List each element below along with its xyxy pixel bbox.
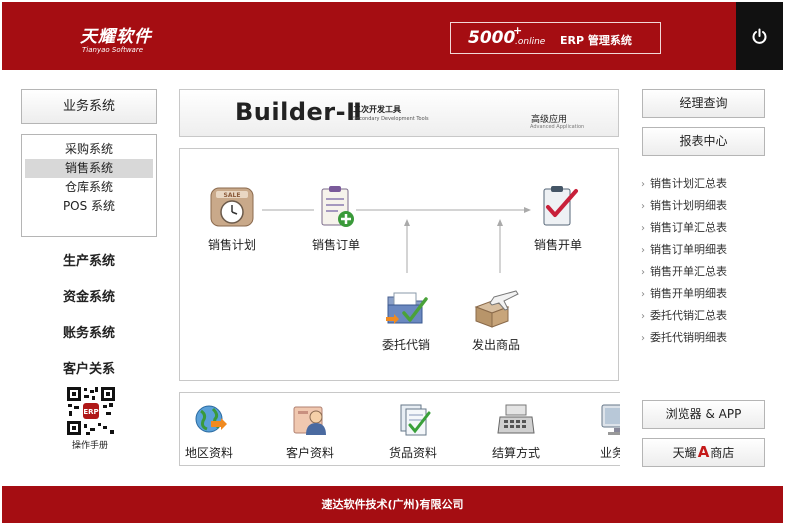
report-link-label: 委托代销明细表 (650, 331, 727, 344)
submenu-item-sales[interactable]: 销售系统 (25, 159, 153, 178)
power-icon (752, 28, 767, 44)
base-label-salesman: 业务员 (599, 446, 620, 460)
report-link-label: 销售订单明细表 (650, 243, 727, 256)
system-title-box: 5000 + .online ERP 管理系统 (450, 22, 661, 54)
base-item-region[interactable]: 地区资料 (180, 401, 249, 461)
submenu-item-warehouse[interactable]: 仓库系统 (25, 178, 153, 197)
report-link-label: 销售开单明细表 (650, 287, 727, 300)
flow-label-sales-order: 销售订单 (311, 238, 360, 252)
logo-text: 天耀软件 (80, 27, 152, 47)
report-link[interactable]: › 销售订单汇总表 (641, 220, 771, 242)
monitor-icon (601, 404, 620, 435)
builder-title: Builder-Ⅱ (235, 98, 363, 126)
folder-check-icon (386, 292, 428, 324)
company-name: 速达软件技术(广州)有限公司 (321, 498, 464, 511)
report-link[interactable]: › 销售开单明细表 (641, 286, 771, 308)
report-link[interactable]: › 销售计划明细表 (641, 198, 771, 220)
builder-cn-subtitle: 二次开发工具 (353, 105, 401, 114)
builder-en-subtitle: Secondary Development Tools (353, 116, 429, 122)
brand-logo: 天耀软件 Tianyao Software (80, 22, 152, 54)
chevron-right-icon: › (641, 223, 645, 234)
nav-customer-relations[interactable]: 客户关系 (21, 358, 157, 377)
base-item-goods[interactable]: 货品资料 (373, 401, 453, 461)
flow-label-sales-invoice: 销售开单 (533, 238, 582, 252)
advanced-app-en-label: Advanced Application (530, 124, 585, 130)
report-link[interactable]: › 销售开单汇总表 (641, 264, 771, 286)
report-link[interactable]: › 销售订单明细表 (641, 242, 771, 264)
erp-system-label: ERP 管理系统 (560, 34, 632, 47)
base-label-goods: 货品资料 (388, 446, 437, 460)
chevron-right-icon: › (641, 289, 645, 300)
flow-node-sales-plan[interactable]: SALE 销售计划 (187, 183, 277, 253)
chevron-right-icon: › (641, 179, 645, 190)
business-system-button[interactable]: 业务系统 (21, 89, 157, 124)
clipboard-check-icon (543, 186, 578, 226)
chevron-right-icon: › (641, 201, 645, 212)
base-item-customer[interactable]: 客户资料 (270, 401, 350, 461)
logo-subtext: Tianyao Software (82, 46, 144, 54)
flow-node-sales-invoice[interactable]: 销售开单 (513, 183, 603, 253)
chevron-right-icon: › (641, 245, 645, 256)
nav-funds-system[interactable]: 资金系统 (21, 286, 157, 305)
browser-app-button[interactable]: 浏览器 & APP (642, 400, 765, 429)
box-plane-icon (474, 290, 519, 328)
chevron-right-icon: › (641, 333, 645, 344)
report-links: › 销售计划汇总表 › 销售计划明细表 › 销售订单汇总表 › 销售订单明细表 › 销售开… (641, 176, 771, 352)
report-link-label: 销售开单汇总表 (650, 265, 727, 278)
flow-label-sales-plan: 销售计划 (207, 238, 256, 252)
shop-logo-icon: A (697, 443, 710, 461)
qr-code-icon[interactable]: ERP (66, 386, 116, 436)
shop-suffix: 商店 (710, 446, 735, 460)
flow-node-sales-order[interactable]: 销售订单 (291, 183, 381, 253)
customer-card-icon (293, 406, 326, 435)
manual-label[interactable]: 操作手册 (55, 438, 125, 451)
version-plus: + (513, 24, 523, 37)
flow-node-consignment[interactable]: 委托代销 (361, 283, 451, 353)
base-label-region: 地区资料 (184, 446, 233, 460)
report-link[interactable]: › 委托代销汇总表 (641, 308, 771, 330)
manager-query-button[interactable]: 经理查询 (642, 89, 765, 118)
submenu-item-pos[interactable]: POS 系统 (25, 197, 153, 216)
report-link-label: 委托代销汇总表 (650, 309, 727, 322)
flow-label-shipped-goods: 发出商品 (471, 338, 520, 352)
base-item-salesman[interactable]: 业务员 (578, 401, 620, 461)
arrow-consign-up (404, 219, 410, 226)
clipboard-add-icon (321, 186, 354, 227)
qr-badge-text: ERP (83, 408, 98, 416)
report-center-button[interactable]: 报表中心 (642, 127, 765, 156)
footer-bar: 速达软件技术(广州)有限公司 (2, 486, 783, 523)
base-label-customer: 客户资料 (285, 446, 334, 460)
report-link[interactable]: › 委托代销明细表 (641, 330, 771, 352)
header-bar: 天耀软件 Tianyao Software 5000 + .online ERP… (2, 2, 783, 70)
shop-prefix: 天耀 (672, 446, 697, 460)
globe-icon (195, 405, 227, 433)
base-label-settlement: 结算方式 (491, 446, 540, 460)
report-link-label: 销售计划明细表 (650, 199, 727, 212)
cash-register-icon (497, 404, 535, 434)
base-data-panel: 地区资料 客户资料 货品资料 结算方式 业 (179, 392, 620, 466)
submenu-item-purchase[interactable]: 采购系统 (25, 140, 153, 159)
business-submenu: 采购系统 销售系统 仓库系统 POS 系统 (21, 134, 157, 237)
flow-label-consignment: 委托代销 (381, 338, 430, 352)
report-link-label: 销售计划汇总表 (650, 177, 727, 190)
svg-text:SALE: SALE (224, 192, 241, 199)
chevron-right-icon: › (641, 311, 645, 322)
nav-production-system[interactable]: 生产系统 (21, 250, 157, 269)
version-number: 5000 (468, 28, 516, 48)
flow-node-shipped-goods[interactable]: 发出商品 (451, 283, 541, 353)
sales-flow-panel: SALE 销售计划 销售订单 销售开单 委托代销 发出商品 (179, 148, 619, 381)
nav-accounting-system[interactable]: 账务系统 (21, 322, 157, 341)
sale-clock-icon: SALE (210, 187, 254, 227)
chevron-right-icon: › (641, 267, 645, 278)
goods-docs-icon (400, 404, 431, 436)
report-link-label: 销售订单汇总表 (650, 221, 727, 234)
tianyao-shop-button[interactable]: 天耀A商店 (642, 438, 765, 467)
builder-banner[interactable]: Builder-Ⅱ 二次开发工具 Secondary Development T… (179, 89, 619, 137)
base-item-settlement[interactable]: 结算方式 (476, 401, 556, 461)
report-link[interactable]: › 销售计划汇总表 (641, 176, 771, 198)
power-button[interactable] (736, 2, 783, 70)
version-online: .online (515, 37, 546, 47)
arrow-ship-up (497, 219, 503, 226)
